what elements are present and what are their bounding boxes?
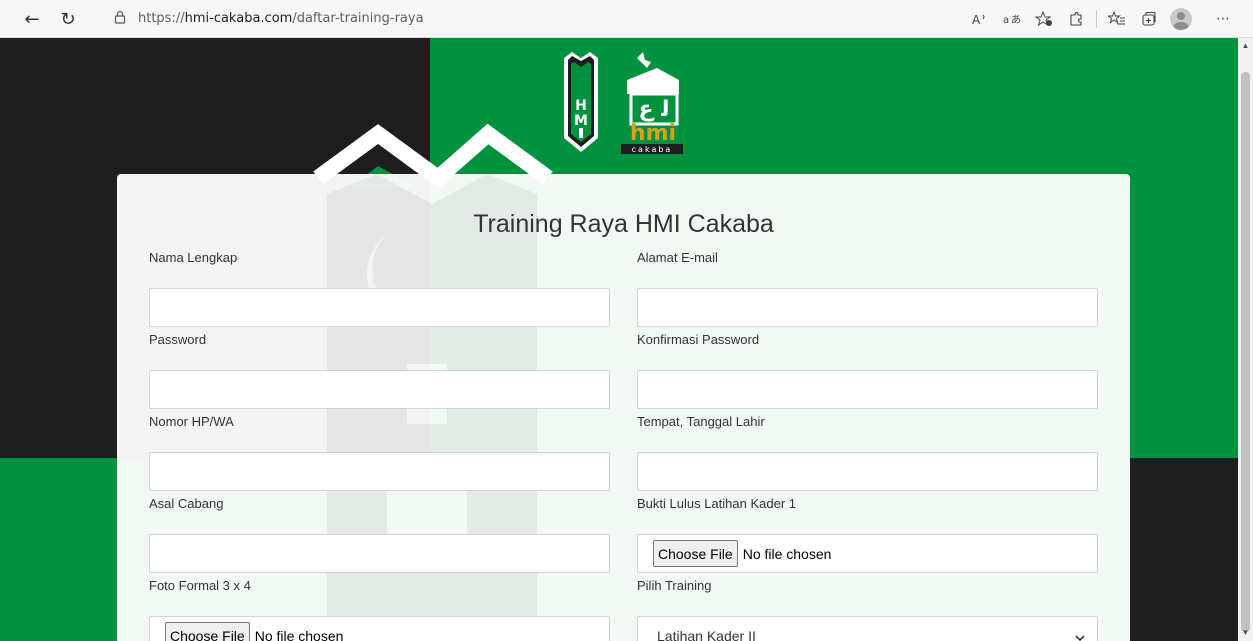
svg-text:H: H: [575, 98, 587, 114]
nomor-hp-input[interactable]: [149, 452, 610, 491]
svg-text:a: a: [1003, 15, 1009, 26]
hmi-logo: H M: [564, 52, 598, 152]
bukti-lulus-label: Bukti Lulus Latihan Kader 1: [637, 496, 796, 511]
page-scrollbar[interactable]: ▲ ▼: [1238, 38, 1253, 641]
nama-lengkap-label: Nama Lengkap: [149, 250, 238, 265]
svg-text:あ: あ: [1011, 14, 1021, 26]
lock-icon[interactable]: [114, 10, 128, 26]
pilih-training-label: Pilih Training: [637, 578, 712, 593]
toolbar-icons: A aあ ⋯: [964, 3, 1239, 35]
scrollbar-thumb[interactable]: [1241, 72, 1250, 632]
chevron-down-icon: [1075, 633, 1085, 641]
field-password: Password: [149, 332, 610, 409]
scroll-down-icon[interactable]: ▼: [1241, 628, 1250, 638]
page-viewport: H M ﻟ ﻉ hmi cakaba Training Raya HMI Cak…: [0, 38, 1238, 641]
extensions-icon[interactable]: [1060, 3, 1092, 35]
bukti-lulus-choose-file-button[interactable]: Choose File: [653, 540, 738, 567]
more-icon[interactable]: ⋯: [1207, 3, 1239, 35]
foto-formal-choose-file-button[interactable]: Choose File: [165, 622, 250, 641]
url-prefix: https://: [138, 10, 185, 26]
asal-cabang-label: Asal Cabang: [149, 496, 224, 511]
scroll-up-icon[interactable]: ▲: [1241, 41, 1250, 51]
field-nomor-hp: Nomor HP/WA: [149, 414, 610, 491]
profile-icon[interactable]: [1165, 3, 1197, 35]
pilih-training-select[interactable]: Latihan Kader II: [637, 616, 1098, 641]
registration-form-card: Training Raya HMI Cakaba Nama Lengkap Al…: [117, 174, 1130, 641]
alamat-email-input[interactable]: [637, 288, 1098, 327]
password-input[interactable]: [149, 370, 610, 409]
cakaba-logo-mark: ﻟ ﻉ hmi cakaba: [621, 52, 683, 154]
address-bar[interactable]: https://hmi-cakaba.com/daftar-training-r…: [100, 4, 920, 32]
reload-icon[interactable]: ↻: [52, 3, 84, 35]
translate-icon[interactable]: aあ: [996, 3, 1028, 35]
foto-formal-label: Foto Formal 3 x 4: [149, 578, 251, 593]
svg-text:M: M: [574, 113, 588, 129]
nomor-hp-label: Nomor HP/WA: [149, 414, 234, 429]
alamat-email-label: Alamat E-mail: [637, 250, 718, 265]
foto-formal-file-status: No file chosen: [254, 627, 344, 641]
field-alamat-email: Alamat E-mail: [637, 250, 1098, 327]
browser-toolbar: ← ↻ https://hmi-cakaba.com/daftar-traini…: [0, 0, 1253, 38]
password-label: Password: [149, 332, 207, 347]
form-title: Training Raya HMI Cakaba: [473, 210, 774, 238]
field-nama-lengkap: Nama Lengkap: [149, 250, 610, 327]
url-text: https://hmi-cakaba.com/daftar-training-r…: [138, 11, 424, 26]
tempat-tanggal-lahir-input[interactable]: [637, 452, 1098, 491]
cakaba-hmi-word: hmi: [630, 121, 676, 146]
field-tempat-tanggal-lahir: Tempat, Tanggal Lahir: [637, 414, 1098, 491]
nama-lengkap-input[interactable]: [149, 288, 610, 327]
field-bukti-lulus: Bukti Lulus Latihan Kader 1 Choose File …: [637, 496, 1098, 573]
toolbar-separator: [1096, 10, 1097, 28]
tempat-tanggal-lahir-label: Tempat, Tanggal Lahir: [637, 414, 765, 429]
url-host: hmi-cakaba.com: [184, 10, 293, 26]
foto-formal-file-input: Choose File No file chosen: [149, 616, 610, 641]
cakaba-sub-word: cakaba: [632, 145, 673, 154]
avatar: [1170, 8, 1192, 30]
asal-cabang-input[interactable]: [149, 534, 610, 573]
pilih-training-selected-value: Latihan Kader II: [657, 627, 756, 641]
bukti-lulus-file-status: No file chosen: [742, 545, 832, 562]
bukti-lulus-file-input: Choose File No file chosen: [637, 534, 1098, 573]
svg-text:A: A: [972, 13, 981, 26]
konfirmasi-password-label: Konfirmasi Password: [637, 332, 760, 347]
field-foto-formal: Foto Formal 3 x 4 Choose File No file ch…: [149, 578, 610, 641]
read-aloud-icon[interactable]: A: [964, 3, 996, 35]
konfirmasi-password-input[interactable]: [637, 370, 1098, 409]
svg-text:ﻟ ﻉ: ﻟ ﻉ: [639, 97, 670, 122]
cakaba-logo: ﻟ ﻉ hmi cakaba: [617, 50, 685, 154]
favorite-add-icon[interactable]: [1028, 3, 1060, 35]
field-pilih-training: Pilih Training Latihan Kader II: [637, 578, 1098, 641]
field-asal-cabang: Asal Cabang: [149, 496, 610, 573]
back-icon[interactable]: ←: [16, 3, 48, 35]
field-konfirmasi-password: Konfirmasi Password: [637, 332, 1098, 409]
favorites-icon[interactable]: [1101, 3, 1133, 35]
url-path: /daftar-training-raya: [292, 10, 424, 26]
collections-icon[interactable]: [1133, 3, 1165, 35]
